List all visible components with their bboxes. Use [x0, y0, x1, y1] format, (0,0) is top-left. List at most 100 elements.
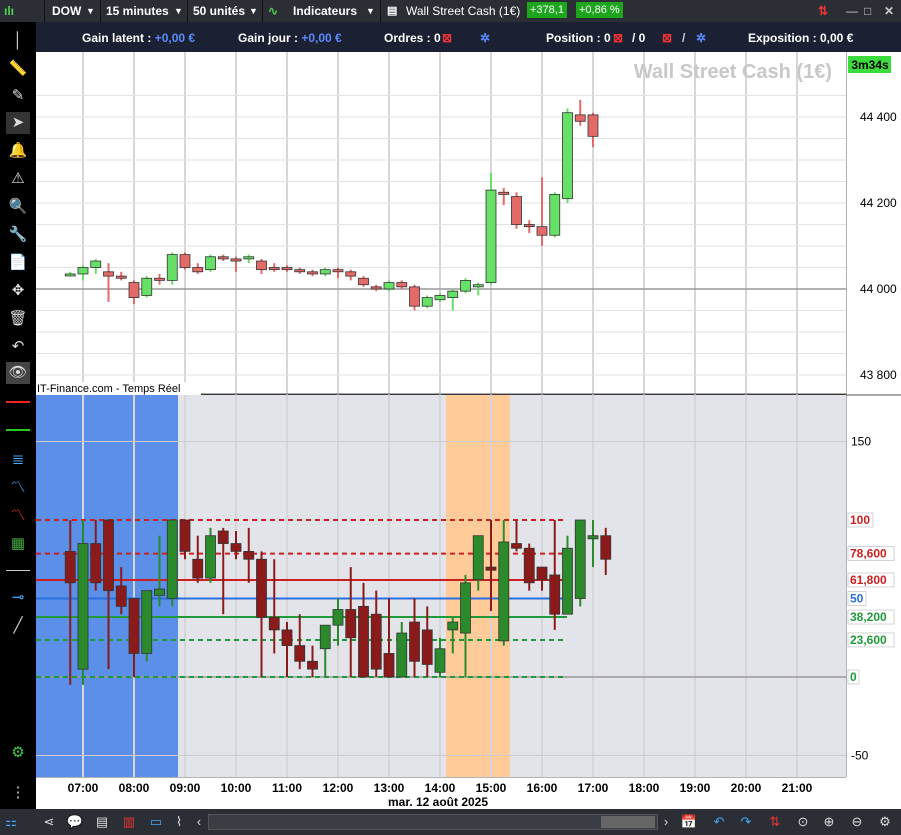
- chart-icon[interactable]: ⌇: [170, 813, 188, 831]
- list-red-icon[interactable]: ▥: [120, 813, 138, 831]
- maximize-icon[interactable]: □: [864, 2, 871, 20]
- red-line-tool[interactable]: [6, 401, 30, 403]
- oscillator-candle-body: [128, 598, 140, 654]
- channel-tool-icon[interactable]: ▦: [6, 533, 30, 555]
- price-candle-body: [77, 267, 89, 275]
- oscillator-candle-body: [574, 519, 586, 599]
- horizontal-ray-icon[interactable]: ⊸: [6, 587, 30, 609]
- minimize-icon[interactable]: —: [846, 2, 858, 20]
- list-icon[interactable]: ▤: [93, 813, 111, 831]
- alert-bell-icon[interactable]: 🔔: [6, 140, 30, 162]
- oscillator-candle-body: [345, 609, 357, 639]
- indicators-icon[interactable]: ∿: [268, 2, 278, 20]
- redo-icon[interactable]: ↷: [737, 813, 755, 831]
- source-label: IT-Finance.com - Temps Réel: [37, 383, 180, 395]
- chevron-down-icon[interactable]: ▼: [86, 2, 95, 20]
- eye-icon[interactable]: 👁: [6, 362, 30, 384]
- price-candle-body: [421, 297, 433, 307]
- sync-icon[interactable]: ⇅: [818, 2, 828, 20]
- oscillator-candle-body: [281, 629, 293, 647]
- price-candle-body: [434, 295, 446, 301]
- zoom-in-icon[interactable]: ⊕: [820, 813, 838, 831]
- horizontal-line-tool[interactable]: [6, 570, 30, 571]
- undo-icon[interactable]: ↶: [710, 813, 728, 831]
- drawing-toolbar: │ 📏 ✎ ➤ 🔔 ⚠ 🔍 🔧 📄 ✥ 🗑 ↶ 👁 ≣ 〽 〽 ▦ ⊸ ╱ ⚙ …: [0, 22, 36, 835]
- oscillator-candle-body: [460, 582, 471, 634]
- chat-icon[interactable]: 💬: [66, 813, 84, 831]
- diagonal-line-icon[interactable]: ╱: [6, 615, 30, 637]
- price-candle-body: [574, 114, 586, 122]
- scroll-right-icon[interactable]: ›: [657, 813, 675, 831]
- time-tick-label: 20:00: [731, 781, 762, 795]
- scrollbar-thumb[interactable]: [601, 816, 655, 828]
- chart-type-icon[interactable]: ılı: [4, 2, 14, 20]
- price-axis[interactable]: 3m34s 44 400 44 200 44 000 43 800 150 -50 100 7…: [846, 52, 901, 777]
- time-tick-label: 14:00: [425, 781, 456, 795]
- indicators-button[interactable]: Indicateurs: [293, 2, 357, 20]
- close-position-icon[interactable]: ⊠: [662, 31, 672, 45]
- price-candle-body: [447, 290, 459, 298]
- chevron-down-icon[interactable]: ▼: [249, 2, 258, 20]
- screen-icon[interactable]: ▭: [147, 813, 165, 831]
- gain-jour: Gain jour : +0,00 €: [238, 31, 342, 45]
- zoom-fit-icon[interactable]: ⊙: [794, 813, 812, 831]
- price-candle-body: [396, 282, 408, 288]
- document-icon[interactable]: 📄: [6, 252, 30, 274]
- price-candle-body: [166, 254, 178, 281]
- trash-icon[interactable]: 🗑: [6, 308, 30, 330]
- price-tick-label: 44 400: [860, 110, 897, 124]
- oscillator-candle-body: [332, 609, 344, 626]
- settings-position-icon[interactable]: ✲: [696, 31, 706, 45]
- zoom-out-icon[interactable]: ⊖: [848, 813, 866, 831]
- time-tick-label: 16:00: [527, 781, 558, 795]
- oscillator-tick-label: 150: [851, 435, 871, 449]
- time-tick-label: 18:00: [629, 781, 660, 795]
- magnet-icon[interactable]: ⇅: [766, 813, 784, 831]
- chevron-down-icon[interactable]: ▼: [366, 2, 375, 20]
- timeframe-select[interactable]: 15 minutes: [106, 2, 169, 20]
- oscillator-candle-body: [358, 605, 369, 678]
- time-axis[interactable]: 07:00 08:00 09:00 10:00 11:00 12:00 13:00 14:00…: [36, 777, 846, 809]
- more-icon[interactable]: ⋮: [6, 782, 30, 804]
- settings-orders-icon[interactable]: ✲: [480, 31, 490, 45]
- instrument-name: Wall Street Cash (1€): [406, 4, 521, 18]
- move-icon[interactable]: ✥: [6, 280, 30, 302]
- oscillator-candle-body: [587, 535, 599, 540]
- close-icon[interactable]: ✕: [884, 2, 894, 20]
- settings-icon[interactable]: ⚙: [876, 813, 894, 831]
- chart-area[interactable]: Wall Street Cash (1€) IT-Finance.com - T…: [36, 52, 846, 779]
- calendar-icon[interactable]: 📅: [680, 813, 698, 831]
- chevron-down-icon[interactable]: ▼: [174, 2, 183, 20]
- ruler-icon[interactable]: 📏: [6, 58, 30, 80]
- price-candle-body: [64, 273, 76, 277]
- line-tool-icon[interactable]: │: [6, 30, 30, 52]
- fib-level-label: 50: [850, 592, 864, 606]
- position-label: Position : 0: [546, 31, 611, 45]
- price-candle-body: [358, 277, 369, 286]
- units-select[interactable]: 50 unités: [193, 2, 245, 20]
- price-candle-body: [230, 258, 242, 262]
- fib-tool-icon[interactable]: ≣: [6, 449, 30, 471]
- cursor-icon[interactable]: ➤: [6, 112, 30, 134]
- close-position-icon[interactable]: ⊠: [613, 31, 623, 45]
- symbol-select[interactable]: DOW: [52, 2, 81, 20]
- oscillator-candle-body: [498, 541, 510, 642]
- link-icon[interactable]: ⚏: [2, 813, 20, 831]
- ia-tool-icon[interactable]: 〽: [6, 477, 30, 499]
- tools-icon[interactable]: 🔧: [6, 224, 30, 246]
- price-candle-body: [115, 275, 127, 279]
- zoom-icon[interactable]: 🔍: [6, 196, 30, 218]
- alert-tool-icon[interactable]: ⚠: [6, 168, 30, 190]
- cancel-orders-icon[interactable]: ⊠: [442, 31, 452, 45]
- green-line-tool[interactable]: [6, 429, 30, 431]
- pencil-icon[interactable]: ✎: [6, 85, 30, 107]
- oscillator-candle-body: [370, 613, 382, 670]
- scroll-left-icon[interactable]: ‹: [190, 813, 208, 831]
- horizontal-scrollbar[interactable]: [208, 814, 658, 830]
- fib-level-label: 78,600: [850, 547, 887, 561]
- share-icon[interactable]: ⋖: [40, 813, 58, 831]
- undo-cursor-icon[interactable]: ↶: [6, 336, 30, 358]
- change-percent-badge: +0,86 %: [576, 2, 623, 18]
- ia-tool-2-icon[interactable]: 〽: [6, 505, 30, 527]
- strategy-icon[interactable]: ⚙: [6, 742, 30, 764]
